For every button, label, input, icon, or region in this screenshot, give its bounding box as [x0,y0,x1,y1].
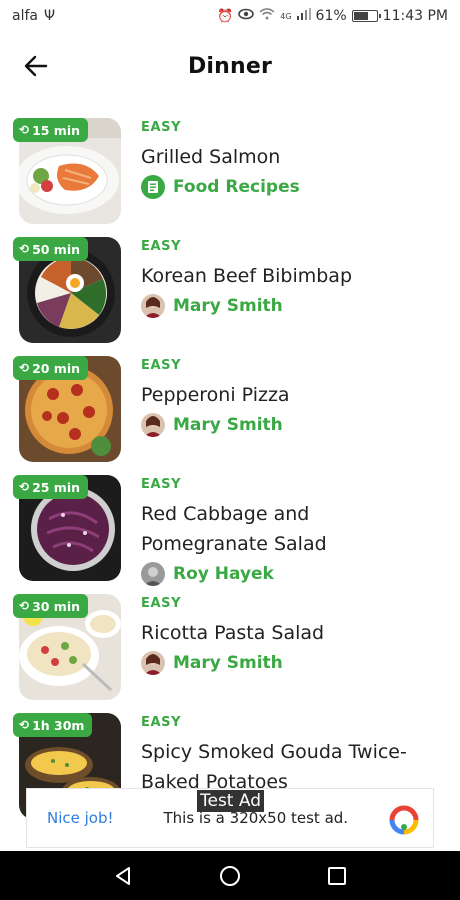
recipe-meta: EASY Spicy Smoked Gouda Twice-Baked Pota… [141,715,440,797]
battery-icon [351,10,381,22]
author-name[interactable]: Mary Smith [173,653,283,673]
back-arrow-icon [24,55,48,77]
nav-recents-button[interactable] [317,856,357,896]
recipe-meta: EASY Grilled Salmon Food Recipes [141,120,440,202]
clock-history-icon: ⟲ [19,718,30,732]
wifi-icon [259,8,275,24]
carrier-label: alfa [12,8,38,24]
eye-icon [238,8,255,24]
author-name[interactable]: Mary Smith [173,415,283,435]
status-right: ⏰ 4G 61% 11:43 PM [217,8,448,24]
author-name[interactable]: Food Recipes [173,177,300,197]
difficulty-label: EASY [141,477,182,492]
app-header: Dinner [0,40,460,92]
difficulty-label: EASY [141,715,182,730]
status-time: 11:43 PM [382,8,448,24]
avatar [141,294,165,318]
difficulty-label: EASY [141,120,182,135]
battery-percent: 61% [315,8,347,24]
usb-icon: Ψ [43,8,56,24]
cook-time: 50 min [32,241,81,257]
status-bar: alfa Ψ ⏰ 4G 61% 11:43 PM [0,0,460,32]
recipe-meta: EASY Pepperoni Pizza Mary Smith [141,358,440,440]
avatar [141,413,165,437]
alarm-icon: ⏰ [217,8,234,24]
triangle-back-icon [116,866,131,885]
recipe-item[interactable]: ⟲ 20 min EASY Pepperoni Pizza Mary Smith [0,356,460,475]
author-name[interactable]: Mary Smith [173,296,283,316]
author-name[interactable]: Roy Hayek [173,564,274,584]
recipe-item[interactable]: ⟲ 25 min EASY Red Cabbage and Pomegranat… [0,475,460,594]
recipe-meta: EASY Korean Beef Bibimbap Mary Smith [141,239,440,321]
ad-logo-icon [389,805,419,835]
clock-history-icon: ⟲ [19,123,30,137]
difficulty-label: EASY [141,239,182,254]
time-badge: ⟲ 15 min [13,118,89,142]
recipe-meta: EASY Red Cabbage and Pomegranate Salad R… [141,477,440,589]
circle-home-icon [219,865,240,886]
time-badge: ⟲ 50 min [13,237,89,261]
recipe-item[interactable]: ⟲ 15 min EASY Grilled Salmon Food Recipe… [0,118,460,237]
cookbook-icon [141,175,165,199]
author-row[interactable]: Mary Smith [141,291,440,321]
recipe-name[interactable]: Korean Beef Bibimbap [141,261,440,291]
author-row[interactable]: Mary Smith [141,648,440,678]
cook-time: 1h 30m [32,717,85,733]
nav-back-button[interactable] [103,856,143,896]
recipe-item[interactable]: ⟲ 50 min EASY Korean Beef Bibimbap Mary … [0,237,460,356]
clock-history-icon: ⟲ [19,480,30,494]
cook-time: 20 min [32,360,81,376]
signal-icon [296,8,311,24]
network-type-label: 4G [280,11,292,21]
recipe-name[interactable]: Red Cabbage and Pomegranate Salad [141,499,440,559]
author-row[interactable]: Mary Smith [141,410,440,440]
recipe-name[interactable]: Ricotta Pasta Salad [141,618,440,648]
recipe-name[interactable]: Pepperoni Pizza [141,380,440,410]
clock-history-icon: ⟲ [19,599,30,613]
time-badge: ⟲ 20 min [13,356,89,380]
nav-home-button[interactable] [210,856,250,896]
back-button[interactable] [20,52,52,80]
avatar [141,562,165,586]
time-badge: ⟲ 1h 30m [13,713,93,737]
recipe-name[interactable]: Grilled Salmon [141,142,440,172]
square-recents-icon [327,866,346,885]
ad-nice-text: Nice job! [47,809,114,827]
time-badge: ⟲ 25 min [13,475,89,499]
author-row[interactable]: Roy Hayek [141,559,440,589]
status-left: alfa Ψ [12,8,55,24]
recipe-item[interactable]: ⟲ 30 min EASY Ricotta Pasta Salad Mary S… [0,594,460,713]
recipe-list: ⟲ 15 min EASY Grilled Salmon Food Recipe… [0,118,460,832]
cook-time: 30 min [32,598,81,614]
ad-label: Test Ad [197,790,265,812]
page-title: Dinner [187,53,273,79]
clock-history-icon: ⟲ [19,361,30,375]
cook-time: 15 min [32,122,81,138]
cook-time: 25 min [32,479,81,495]
avatar [141,651,165,675]
difficulty-label: EASY [141,358,182,373]
navigation-bar [0,851,460,900]
author-row[interactable]: Food Recipes [141,172,440,202]
time-badge: ⟲ 30 min [13,594,89,618]
difficulty-label: EASY [141,596,182,611]
recipe-meta: EASY Ricotta Pasta Salad Mary Smith [141,596,440,678]
clock-history-icon: ⟲ [19,242,30,256]
